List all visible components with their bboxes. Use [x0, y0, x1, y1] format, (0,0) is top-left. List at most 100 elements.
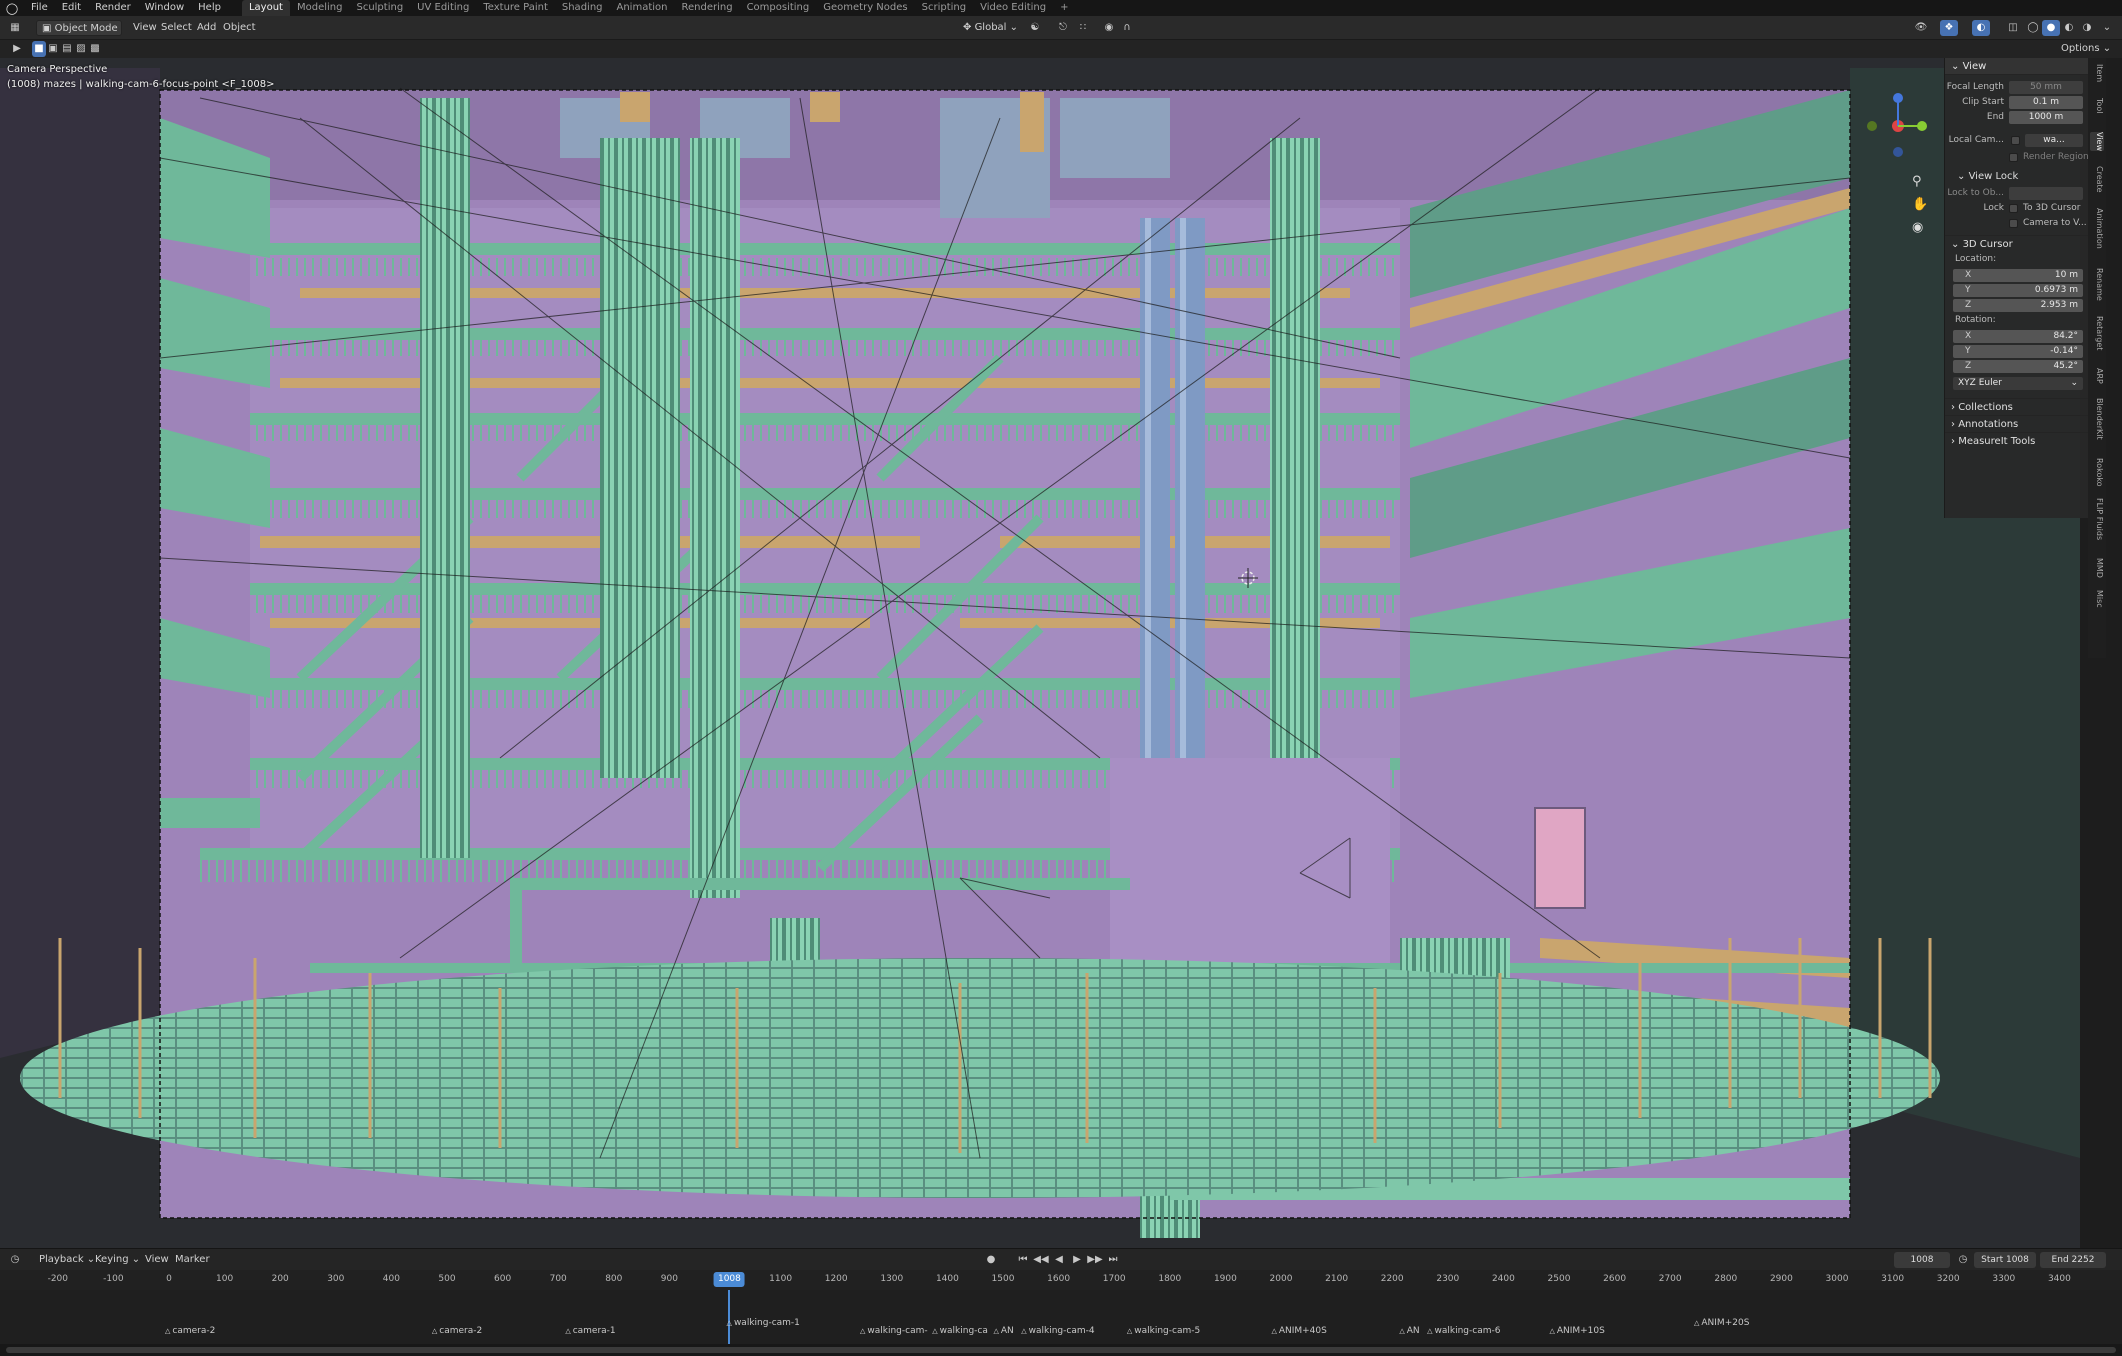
panel-collections-header[interactable]: › Collections [1945, 398, 2088, 415]
panel-view-header[interactable]: ⌄ View [1945, 58, 2088, 75]
side-tab-misc[interactable]: Misc [2090, 590, 2104, 608]
clip-start-field[interactable]: 0.1 m [2009, 96, 2083, 109]
workspace-tab-uv-editing[interactable]: UV Editing [410, 0, 476, 16]
zoom-icon[interactable]: ⚲ [1912, 174, 1922, 189]
falloff-icon[interactable]: ∩ [1118, 20, 1136, 36]
proportional-edit-icon[interactable]: ◉ [1100, 20, 1118, 36]
workspace-tab-compositing[interactable]: Compositing [740, 0, 817, 16]
panel-annotations-header[interactable]: › Annotations [1945, 415, 2088, 432]
panel-measureit-header[interactable]: › MeasureIt Tools [1945, 432, 2088, 449]
side-tab-tool[interactable]: Tool [2090, 98, 2104, 114]
workspace-tab-layout[interactable]: Layout [241, 0, 290, 16]
mode-dropdown[interactable]: ▣ Object Mode⌄ [36, 20, 122, 50]
current-frame-field[interactable]: 1008 [1894, 1252, 1950, 1268]
timeline-marker[interactable]: AN [1399, 1326, 1420, 1336]
marker-menu[interactable]: Marker [170, 1252, 215, 1268]
timeline-marker[interactable]: walking-cam-5 [1127, 1326, 1200, 1336]
visibility-icon[interactable]: 👁 [1912, 20, 1930, 36]
workspace-tab-texture-paint[interactable]: Texture Paint [476, 0, 555, 16]
snap-icon[interactable]: ⎋ [1054, 20, 1072, 36]
shading-rendered-icon[interactable]: ◑ [2078, 20, 2096, 36]
workspace-tab-animation[interactable]: Animation [610, 0, 675, 16]
side-tab-blenderkit[interactable]: BlenderKit [2090, 398, 2104, 440]
shading-options-icon[interactable]: ⌄ [2098, 20, 2116, 36]
timeline-marker[interactable]: ANIM+40S [1271, 1326, 1327, 1336]
timeline-editor-type-icon[interactable]: ◷ [6, 1252, 24, 1268]
play-reverse-icon[interactable]: ◀ [1050, 1252, 1068, 1268]
timeline-marker[interactable]: walking-cam- [860, 1326, 927, 1336]
menu-edit[interactable]: Edit [55, 0, 88, 16]
workspace-tab-modeling[interactable]: Modeling [290, 0, 350, 16]
timeline-marker[interactable]: camera-2 [165, 1326, 215, 1336]
cursor-rotation-y-field[interactable]: -0.14° [1953, 345, 2083, 358]
local-camera-checkbox[interactable] [2011, 136, 2020, 145]
timeline-ruler[interactable]: -200-10001002003004005006007008009001000… [0, 1270, 2122, 1290]
clip-end-field[interactable]: 1000 m [2009, 111, 2083, 124]
cursor-rotation-z-field[interactable]: 45.2° [1953, 360, 2083, 373]
side-tab-mmd[interactable]: MMD [2090, 558, 2104, 578]
transform-orientation-dropdown[interactable]: ✥ Global ⌄ [958, 20, 1023, 36]
focal-length-field[interactable]: 50 mm [2009, 81, 2083, 94]
side-tab-create[interactable]: Create [2090, 166, 2104, 193]
side-tab-item[interactable]: Item [2090, 64, 2104, 82]
side-tab-retarget[interactable]: Retarget [2090, 316, 2104, 350]
editor-type-icon[interactable]: ▦ [6, 20, 24, 36]
local-camera-field[interactable]: wa... [2025, 134, 2083, 147]
jump-start-icon[interactable]: ⏮ [1014, 1252, 1032, 1268]
add-workspace-button[interactable]: + [1053, 0, 1075, 16]
timeline-marker[interactable]: walking-ca [932, 1326, 988, 1336]
side-tab-rokoko[interactable]: Rokoko [2090, 458, 2104, 487]
select-mode-intersect-icon[interactable]: ▩ [88, 41, 102, 57]
xray-toggle-icon[interactable]: ◫ [2004, 20, 2022, 36]
shading-wireframe-icon[interactable]: ◯ [2024, 20, 2042, 36]
shading-material-icon[interactable]: ◐ [2060, 20, 2078, 36]
cursor-location-x-field[interactable]: 10 m [1953, 269, 2083, 282]
cursor-location-y-field[interactable]: 0.6973 m [1953, 284, 2083, 297]
timeline-scrollbar[interactable] [0, 1344, 2122, 1356]
view-lock-subpanel[interactable]: ⌄ View Lock [1957, 171, 2018, 182]
menu-file[interactable]: File [24, 0, 55, 16]
pivot-point-icon[interactable]: ☯ [1026, 20, 1044, 36]
timeline-marker[interactable]: walking-cam-6 [1427, 1326, 1501, 1336]
next-keyframe-icon[interactable]: ▶▶ [1086, 1252, 1104, 1268]
rotation-mode-dropdown[interactable]: XYZ Euler ⌄ [1953, 377, 2083, 390]
side-tab-view[interactable]: View [2090, 132, 2104, 151]
workspace-tab-rendering[interactable]: Rendering [674, 0, 739, 16]
menu-help[interactable]: Help [191, 0, 228, 16]
header-menu-object[interactable]: Object [218, 20, 261, 36]
3d-viewport[interactable]: ⚲ ✋ ◉ Camera Perspective (1008) mazes | … [0, 58, 2080, 1248]
menu-window[interactable]: Window [138, 0, 191, 16]
workspace-tab-geometry-nodes[interactable]: Geometry Nodes [816, 0, 914, 16]
workspace-tab-shading[interactable]: Shading [555, 0, 610, 16]
end-frame-field[interactable]: End 2252 [2040, 1252, 2106, 1268]
timeline-marker[interactable]: walking-cam-1 [727, 1318, 800, 1328]
play-icon[interactable]: ▶ [1068, 1252, 1086, 1268]
overlays-toggle-icon[interactable]: ◐ [1972, 20, 1990, 36]
pan-hand-icon[interactable]: ✋ [1912, 196, 1928, 212]
select-mode-extend-icon[interactable]: ▣ [46, 41, 60, 57]
timeline-view-menu[interactable]: View [140, 1252, 174, 1268]
side-tab-arp[interactable]: ARP [2090, 368, 2104, 384]
shading-solid-icon[interactable]: ● [2042, 20, 2060, 36]
gizmo-toggle-icon[interactable]: ❖ [1940, 20, 1958, 36]
camera-view-icon[interactable]: ◉ [1912, 220, 1923, 235]
select-mode-invert-icon[interactable]: ▨ [74, 41, 88, 57]
timeline-marker[interactable]: AN [993, 1326, 1014, 1336]
playhead-frame-badge[interactable]: 1008 [713, 1272, 745, 1287]
workspace-tab-sculpting[interactable]: Sculpting [349, 0, 410, 16]
record-keyframe-icon[interactable]: ● [982, 1252, 1000, 1268]
workspace-tab-scripting[interactable]: Scripting [915, 0, 973, 16]
render-region-checkbox[interactable] [2009, 153, 2018, 162]
timeline-marker[interactable]: camera-1 [565, 1326, 616, 1336]
playhead-line[interactable] [728, 1290, 731, 1344]
side-tab-flip-fluids[interactable]: FLIP Fluids [2090, 498, 2104, 540]
snap-target-icon[interactable]: ∷ [1074, 20, 1092, 36]
workspace-tab-video-editing[interactable]: Video Editing [973, 0, 1053, 16]
prev-keyframe-icon[interactable]: ◀◀ [1032, 1252, 1050, 1268]
to-3d-cursor-checkbox[interactable] [2009, 204, 2018, 213]
camera-to-view-checkbox[interactable] [2009, 219, 2018, 228]
lock-to-object-field[interactable] [2009, 187, 2083, 200]
start-frame-field[interactable]: Start 1008 [1974, 1252, 2036, 1268]
select-mode-new-icon[interactable]: ■ [32, 41, 46, 57]
timeline-marker[interactable]: ANIM+10S [1549, 1326, 1605, 1336]
